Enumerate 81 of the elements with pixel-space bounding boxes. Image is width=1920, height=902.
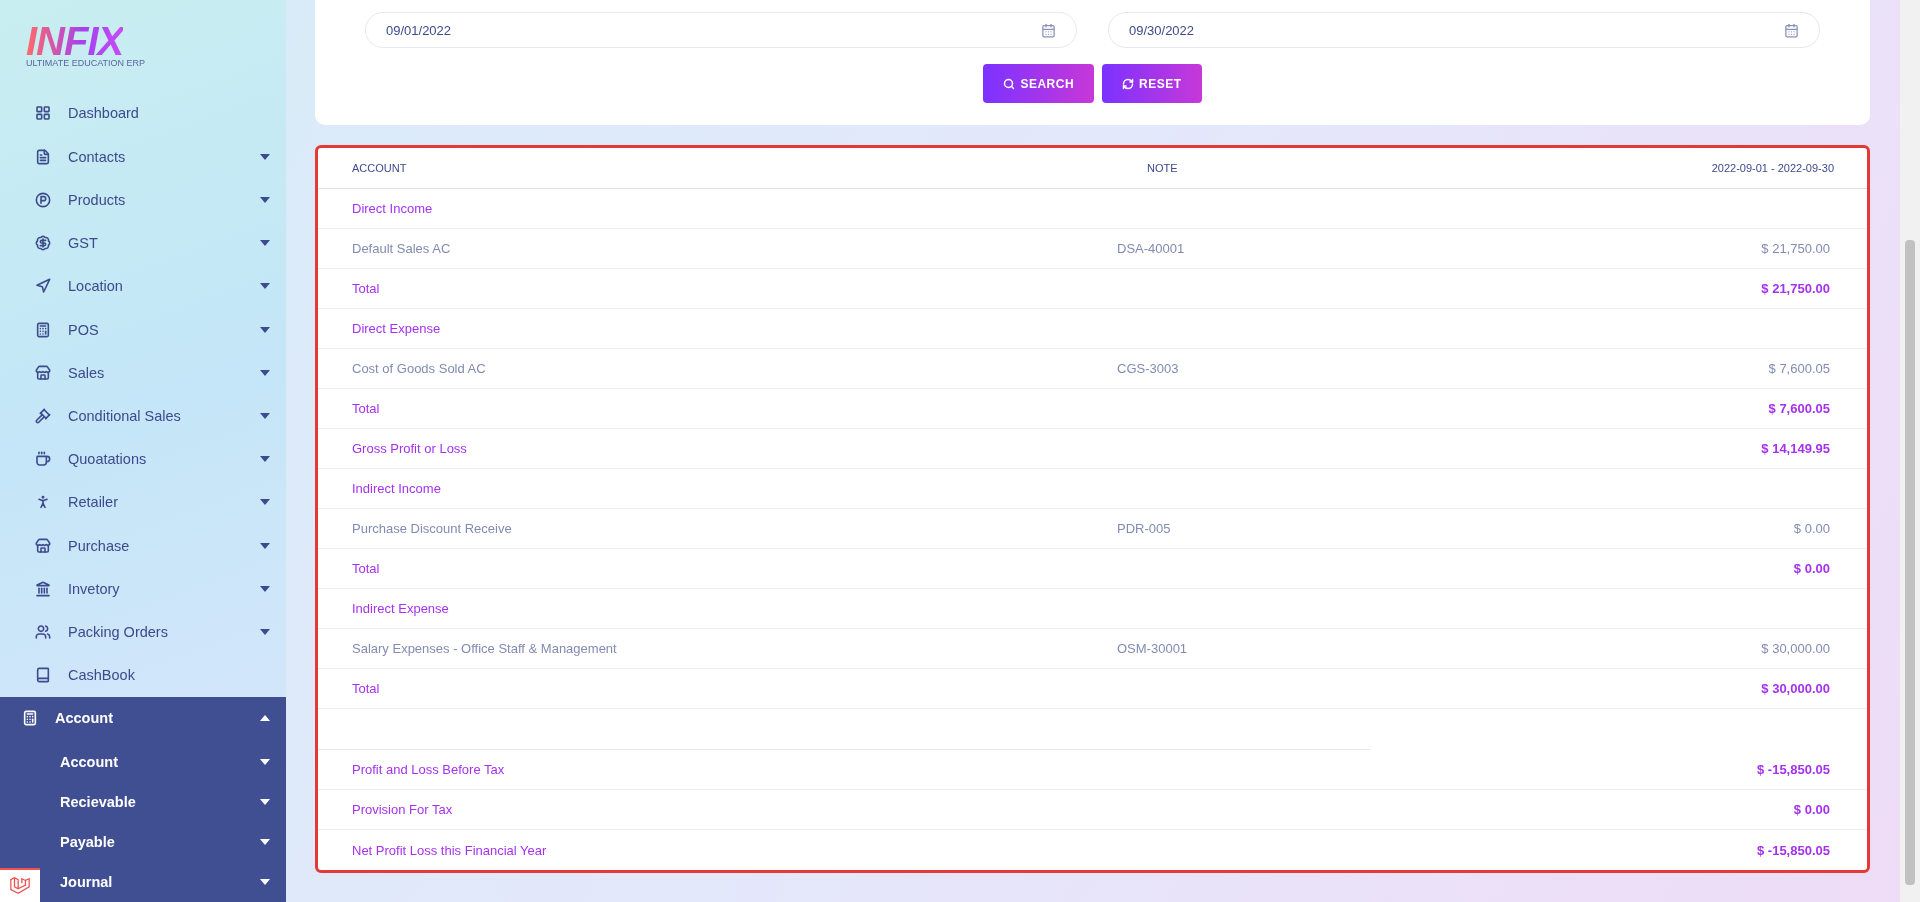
sidebar-item[interactable]: Location: [0, 264, 286, 308]
sidebar-item[interactable]: Purchase: [0, 524, 286, 568]
note-cell-text: CGS-3003: [1116, 361, 1179, 376]
group-heading: Direct Expense: [352, 321, 441, 336]
logo-title: INFIX: [26, 26, 124, 56]
total-label: Total: [352, 561, 380, 576]
sidebar-item[interactable]: Contacts: [0, 135, 286, 179]
cube-logo-icon: [9, 875, 31, 897]
amount-cell-text: $ -15,850.05: [1757, 842, 1831, 858]
submenu-item[interactable]: Recievable: [60, 782, 286, 823]
framework-badge[interactable]: [0, 868, 40, 902]
reset-button[interactable]: RESET: [1102, 64, 1202, 103]
sidebar-item[interactable]: Invetory: [0, 567, 286, 611]
column-header: ACCOUNT: [352, 162, 407, 174]
total-label: Net Profit Loss this Financial Year: [352, 842, 547, 858]
page-scrollbar[interactable]: [1900, 0, 1920, 902]
account-cell: Purchase Discount Receive: [352, 521, 512, 536]
refresh-icon: [1122, 77, 1135, 90]
calendar-icon: [1784, 22, 1799, 38]
total-label: Total: [352, 401, 380, 416]
document-icon: [35, 148, 51, 165]
group-heading: Direct Income: [352, 201, 433, 216]
users-icon: [35, 624, 51, 641]
total-label: Provision For Tax: [352, 802, 453, 817]
submenu-item[interactable]: Payable: [60, 822, 286, 863]
account-cell: Cost of Goods Sold AC: [352, 361, 486, 376]
amount-cell-text: $ 0.00: [1793, 802, 1831, 817]
store-icon: [35, 537, 51, 554]
sidebar-item[interactable]: Conditional Sales: [0, 394, 286, 438]
search-icon: [1003, 77, 1016, 90]
date-input[interactable]: 09/01/2022: [386, 22, 1041, 38]
note-cell-text: OSM-30001: [1116, 641, 1188, 656]
bank-icon: [35, 580, 51, 597]
dollar-badge-icon: [35, 235, 51, 252]
total-label: Profit and Loss Before Tax: [352, 762, 505, 777]
grid-icon: [35, 105, 51, 122]
cup-icon: [35, 451, 51, 468]
group-heading: Indirect Income: [352, 481, 441, 496]
date-input[interactable]: 09/30/2022: [1129, 22, 1784, 38]
note-cell-text: DSA-40001: [1116, 241, 1185, 256]
amount-cell-text: $ 30,000.00: [1761, 681, 1831, 696]
amount-cell-text: $ 30,000.00: [1761, 641, 1831, 656]
amount-cell-text: $ 21,750.00: [1761, 281, 1831, 296]
sidebar-item[interactable]: Products: [0, 178, 286, 222]
calculator-icon: [22, 710, 38, 727]
group-heading: Indirect Expense: [352, 601, 449, 616]
amount-cell-text: $ 14,149.95: [1761, 441, 1831, 456]
total-label: Gross Profit or Loss: [352, 441, 467, 456]
amount-cell-text: $ 0.00: [1793, 561, 1831, 576]
account-cell: Salary Expenses - Office Staff & Management: [352, 641, 617, 656]
note-cell-text: PDR-005: [1116, 521, 1171, 536]
sidebar-item[interactable]: Sales: [0, 351, 286, 395]
store-icon: [35, 364, 51, 381]
sidebar-item[interactable]: Dashboard: [0, 91, 286, 135]
amount-cell-text: $ 0.00: [1793, 521, 1831, 536]
amount-cell-text: $ 21,750.00: [1761, 241, 1831, 256]
sidebar-item[interactable]: POS: [0, 307, 286, 352]
person-icon: [35, 494, 51, 511]
search-button[interactable]: SEARCH: [983, 64, 1095, 103]
navigation-arrow-icon: [35, 278, 51, 295]
sidebar-item[interactable]: Packing Orders: [0, 610, 286, 654]
circle-p-icon: [35, 191, 51, 208]
sidebar-item[interactable]: CashBook: [0, 653, 286, 697]
calendar-icon: [1041, 22, 1056, 38]
account-cell: Default Sales AC: [352, 241, 451, 256]
book-icon: [35, 667, 51, 684]
column-header: 2022-09-01 - 2022-09-30: [1711, 162, 1834, 174]
logo-subtitle: ULTIMATE EDUCATION ERP: [26, 58, 145, 68]
total-label: Total: [352, 681, 380, 696]
sidebar-item[interactable]: GST: [0, 221, 286, 265]
sidebar-item[interactable]: Quoatations: [0, 437, 286, 481]
sidebar-item[interactable]: Retailer: [0, 480, 286, 524]
sidebar-item[interactable]: Account: [0, 696, 286, 741]
submenu-item[interactable]: Journal: [60, 862, 286, 902]
total-label: Total: [352, 281, 380, 296]
gavel-icon: [35, 407, 51, 424]
amount-cell-text: $ 7,600.05: [1768, 361, 1831, 376]
submenu-item[interactable]: Account: [60, 742, 286, 783]
amount-cell-text: $ 7,600.05: [1768, 401, 1831, 416]
amount-cell-text: $ -15,850.05: [1757, 762, 1831, 777]
column-header: NOTE: [1146, 162, 1178, 174]
